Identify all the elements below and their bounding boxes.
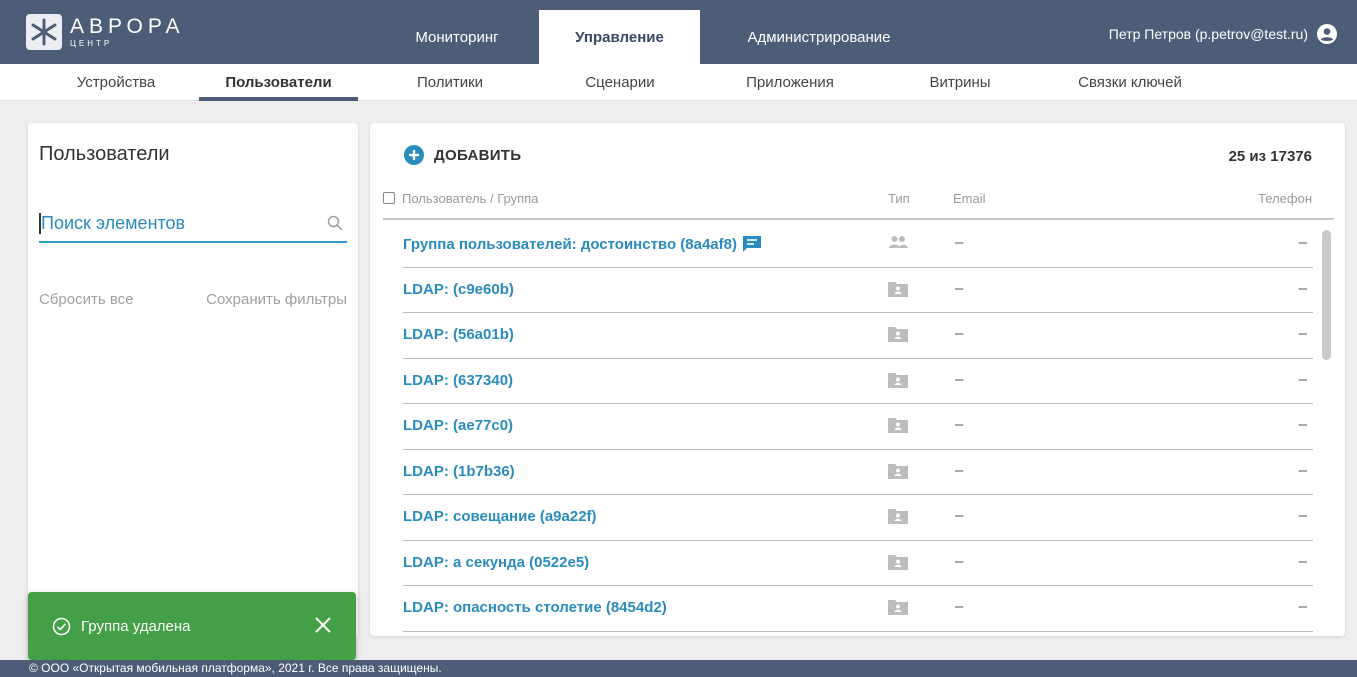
row-email: – <box>955 507 964 524</box>
tab-administration[interactable]: Администрирование <box>700 10 938 64</box>
subtab-showcases[interactable]: Витрины <box>915 64 1005 101</box>
table-row[interactable]: LDAP: опасность столетие (8454d2) – – <box>403 586 1313 632</box>
search-icon[interactable] <box>327 215 343 231</box>
user-menu[interactable]: Петр Петров (p.petrov@test.ru) <box>1109 24 1337 44</box>
table-row[interactable]: LDAP: (c9e60b) – – <box>403 268 1313 313</box>
column-phone[interactable]: Телефон <box>1258 191 1312 206</box>
row-name[interactable]: LDAP: (1b7b36) <box>403 463 515 480</box>
row-email: – <box>955 461 964 479</box>
row-email: – <box>955 325 964 342</box>
row-phone: – <box>1298 370 1307 388</box>
row-phone: – <box>1298 461 1307 479</box>
add-circle-icon <box>404 145 424 165</box>
group-icon <box>888 236 908 248</box>
column-user[interactable]: Пользователь / Группа <box>402 191 538 206</box>
subtab-scenarios[interactable]: Сценарии <box>570 64 670 101</box>
tab-monitoring[interactable]: Мониторинг <box>376 10 538 64</box>
sub-navigation: Устройства Пользователи Политики Сценари… <box>0 64 1357 101</box>
footer-copyright: © ООО «Открытая мобильная платформа», 20… <box>0 660 1357 677</box>
subtab-users[interactable]: Пользователи <box>199 64 358 101</box>
ldap-folder-icon <box>888 418 908 433</box>
row-phone: – <box>1298 507 1307 524</box>
row-phone: – <box>1298 416 1307 433</box>
row-email: – <box>955 598 964 615</box>
row-email: – <box>955 234 964 251</box>
table-header: Пользователь / Группа Тип Email Телефон <box>383 185 1334 220</box>
select-all-checkbox[interactable] <box>383 192 395 204</box>
row-name[interactable]: LDAP: опасность столетие (8454d2) <box>403 599 667 616</box>
table-row[interactable]: LDAP: (1b7b36) – – <box>403 450 1313 495</box>
row-phone: – <box>1298 552 1307 570</box>
table-row[interactable]: LDAP: (ae77c0) – – <box>403 404 1313 450</box>
add-button[interactable]: ДОБАВИТЬ <box>404 145 521 165</box>
subtab-devices[interactable]: Устройства <box>60 64 172 101</box>
ldap-folder-icon <box>888 372 908 388</box>
toast-message: Группа удалена <box>81 618 191 635</box>
check-circle-icon <box>52 617 71 636</box>
row-name[interactable]: Группа пользователей: достоинство (8a4af… <box>403 236 737 253</box>
table-row[interactable]: LDAP: а секунда (0522e5) – – <box>403 541 1313 586</box>
row-phone: – <box>1298 325 1307 342</box>
column-type[interactable]: Тип <box>888 191 910 206</box>
tab-management[interactable]: Управление <box>539 10 700 64</box>
search-value: Поиск элементов <box>39 213 186 234</box>
table-body: Группа пользователей: достоинство (8a4af… <box>403 222 1313 632</box>
logo-name: АВРОРА <box>70 15 185 38</box>
user-name: Петр Петров (p.petrov@test.ru) <box>1108 26 1308 42</box>
ldap-folder-icon <box>888 509 908 524</box>
item-count: 25 из 17376 <box>1228 148 1312 165</box>
table-row[interactable]: Группа пользователей: достоинство (8a4af… <box>403 222 1313 268</box>
aurora-logo-icon <box>26 14 62 50</box>
ldap-folder-icon <box>888 327 908 342</box>
search-input[interactable]: Поиск элементов <box>39 211 347 243</box>
row-name[interactable]: LDAP: (ae77c0) <box>403 417 513 434</box>
logo-sub: ЦЕНТР <box>70 39 113 48</box>
table-row[interactable]: LDAP: (637340) – – <box>403 359 1313 404</box>
ldap-folder-icon <box>888 281 908 297</box>
table-row[interactable]: LDAP: совещание (a9a22f) – – <box>403 495 1313 541</box>
filter-panel: Пользователи Поиск элементов Сбросить вс… <box>28 123 358 638</box>
logo[interactable]: АВРОРА ЦЕНТР <box>26 14 185 50</box>
row-name[interactable]: LDAP: а секунда (0522e5) <box>403 554 589 571</box>
table-row[interactable]: LDAP: (56a01b) – – <box>403 313 1313 359</box>
panel-title: Пользователи <box>39 143 170 165</box>
row-phone: – <box>1298 598 1307 615</box>
row-name[interactable]: LDAP: (637340) <box>403 372 513 389</box>
ldap-folder-icon <box>888 600 908 615</box>
row-name[interactable]: LDAP: совещание (a9a22f) <box>403 508 597 525</box>
top-bar: АВРОРА ЦЕНТР Мониторинг Управление Админ… <box>0 0 1357 64</box>
row-phone: – <box>1298 279 1307 297</box>
row-email: – <box>955 416 964 433</box>
subtab-applications[interactable]: Приложения <box>730 64 850 101</box>
ldap-folder-icon <box>888 463 908 479</box>
subtab-keychains[interactable]: Связки ключей <box>1060 64 1200 101</box>
account-circle-icon <box>1317 24 1337 44</box>
row-email: – <box>955 370 964 388</box>
row-name[interactable]: LDAP: (56a01b) <box>403 326 514 343</box>
success-toast: Группа удалена <box>28 592 356 660</box>
reset-all-button[interactable]: Сбросить все <box>39 291 133 308</box>
users-table-panel: ДОБАВИТЬ 25 из 17376 Пользователь / Груп… <box>370 123 1345 636</box>
save-filters-button[interactable]: Сохранить фильтры <box>206 291 347 308</box>
subtab-policies[interactable]: Политики <box>400 64 500 101</box>
row-email: – <box>955 279 964 297</box>
add-button-label: ДОБАВИТЬ <box>434 146 522 164</box>
comment-icon[interactable] <box>742 235 762 253</box>
close-icon[interactable] <box>314 616 332 634</box>
row-phone: – <box>1298 234 1307 251</box>
row-email: – <box>955 552 964 570</box>
table-scrollbar[interactable] <box>1322 230 1331 360</box>
ldap-folder-icon <box>888 554 908 570</box>
row-name[interactable]: LDAP: (c9e60b) <box>403 281 514 298</box>
column-email[interactable]: Email <box>953 191 986 206</box>
